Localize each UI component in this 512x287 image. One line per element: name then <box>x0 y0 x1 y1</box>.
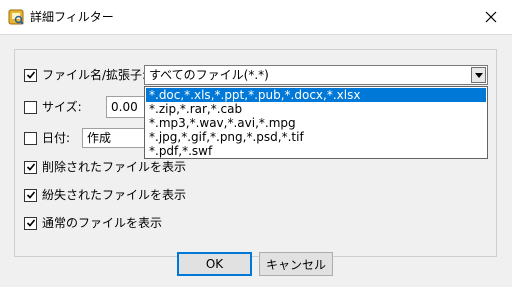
checkmark-icon <box>26 191 35 199</box>
size-label: サイズ: <box>42 100 82 114</box>
filename-label: ファイル名/拡張子: <box>42 68 147 82</box>
normal-files-label: 通常のファイルを表示 <box>42 216 163 230</box>
extension-combobox-value: すべてのファイル(*.*) <box>149 68 269 82</box>
dropdown-option[interactable]: *.pdf,*.swf <box>146 144 486 158</box>
date-label: 日付: <box>42 131 71 145</box>
lost-files-row: 紛失されたファイルを表示 <box>24 188 186 202</box>
chevron-down-icon <box>474 72 483 78</box>
size-checkbox[interactable] <box>24 100 37 114</box>
filename-checkbox[interactable] <box>24 68 37 82</box>
size-input[interactable]: 0.00 <box>106 96 146 118</box>
lost-files-checkbox[interactable] <box>24 188 37 202</box>
dropdown-arrow-button[interactable] <box>471 67 486 83</box>
extension-dropdown-list: *.doc,*.xls,*.ppt,*.pub,*.docx,*.xlsx *.… <box>144 86 488 159</box>
checkmark-icon <box>26 71 35 79</box>
dropdown-option[interactable]: *.zip,*.rar,*.cab <box>146 102 486 116</box>
deleted-files-row: 削除されたファイルを表示 <box>24 160 186 174</box>
title-bar: 詳細フィルター <box>0 0 512 34</box>
filename-filter-row: ファイル名/拡張子: <box>24 68 146 82</box>
size-filter-row: サイズ: <box>24 100 82 114</box>
deleted-files-label: 削除されたファイルを表示 <box>42 160 187 174</box>
ok-button[interactable]: OK <box>177 252 252 276</box>
date-type-select[interactable]: 作成 <box>82 128 148 148</box>
lost-files-label: 紛失されたファイルを表示 <box>42 188 187 202</box>
cancel-button[interactable]: キャンセル <box>259 252 333 276</box>
close-icon[interactable] <box>484 10 498 24</box>
checkmark-icon <box>26 163 35 171</box>
checkmark-icon <box>26 219 35 227</box>
size-value: 0.00 <box>111 100 138 114</box>
normal-files-checkbox[interactable] <box>24 216 37 230</box>
extension-combobox[interactable]: すべてのファイル(*.*) <box>144 65 488 85</box>
dropdown-option[interactable]: *.mp3,*.wav,*.avi,*.mpg <box>146 116 486 130</box>
normal-files-row: 通常のファイルを表示 <box>24 216 162 230</box>
date-checkbox[interactable] <box>24 131 37 145</box>
date-filter-row: 日付: <box>24 131 70 145</box>
deleted-files-checkbox[interactable] <box>24 160 37 174</box>
filter-app-icon <box>8 9 24 25</box>
date-type-value: 作成 <box>87 131 112 145</box>
window-title: 詳細フィルター <box>30 10 114 24</box>
dropdown-option[interactable]: *.doc,*.xls,*.ppt,*.pub,*.docx,*.xlsx <box>146 88 486 102</box>
dropdown-option[interactable]: *.jpg,*.gif,*.png,*.psd,*.tif <box>146 130 486 144</box>
